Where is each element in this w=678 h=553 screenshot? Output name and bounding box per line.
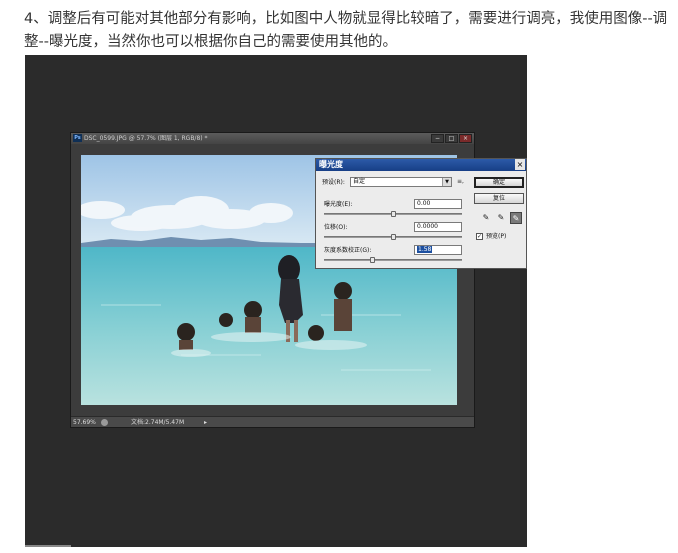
minimize-button[interactable]: − [431,134,444,143]
document-size-info: 文档:2.74M/5.47M [131,419,185,426]
gamma-slider-thumb[interactable] [370,257,376,263]
maximize-button[interactable]: □ [445,134,458,143]
offset-input[interactable]: 0.0000 [414,222,462,232]
gamma-input[interactable]: 1.58 [414,245,462,255]
exposure-slider[interactable] [324,211,462,217]
eyedropper-gray-icon[interactable]: ✎ [495,212,507,224]
document-status-bar: 57.69% 文档:2.74M/5.47M ▸ [71,416,474,427]
eyedropper-white-icon[interactable]: ✎ [510,212,522,224]
preset-select[interactable]: 自定 ▼ [350,177,452,187]
exposure-label: 曝光度(E): [324,201,353,208]
offset-label: 位移(O): [324,224,348,231]
photoshop-app-icon: Ps [73,134,82,142]
dialog-title: 曝光度 [319,160,343,169]
document-title: DSC_0599.JPG @ 57.7% (图层 1, RGB/8) * [84,135,208,142]
workspace-edge-mark [25,545,71,547]
preset-options-icon[interactable]: ≡, [457,177,464,187]
status-expand-arrow-icon[interactable]: ▸ [204,417,207,428]
preset-value: 自定 [353,178,366,185]
exposure-slider-thumb[interactable] [391,211,396,217]
preview-label: 预览(P) [486,233,507,240]
exposure-input[interactable]: 0.00 [414,199,462,209]
ok-button[interactable]: 确定 [474,177,524,188]
article-paragraph: 4、调整后有可能对其他部分有影响，比如图中人物就显得比较暗了，需要进行调亮，我使… [24,11,668,50]
exposure-dialog[interactable]: 曝光度 × 预设(R): 自定 ▼ ≡, 曝光度(E): 0.00 位移(O):… [315,158,527,269]
dialog-titlebar[interactable]: 曝光度 × [316,159,526,171]
reset-button[interactable]: 复位 [474,193,524,204]
offset-slider[interactable] [324,234,462,240]
window-controls: − □ × [431,134,472,143]
photoshop-workspace: Ps DSC_0599.JPG @ 57.7% (图层 1, RGB/8) * … [25,55,527,547]
zoom-level[interactable]: 57.69% [73,417,96,428]
preset-label: 预设(R): [322,179,345,186]
eyedropper-black-icon[interactable]: ✎ [480,212,492,224]
offset-slider-thumb[interactable] [391,234,396,240]
gamma-label: 灰度系数校正(G): [324,247,372,254]
preview-checkbox[interactable]: ✓ [476,233,483,240]
document-titlebar[interactable]: Ps DSC_0599.JPG @ 57.7% (图层 1, RGB/8) * … [71,133,474,144]
eyedropper-group: ✎ ✎ ✎ [480,212,522,224]
gamma-slider[interactable] [324,257,462,263]
status-menu-icon[interactable] [101,419,108,426]
chevron-down-icon[interactable]: ▼ [442,178,451,186]
close-window-button[interactable]: × [459,134,472,143]
dialog-close-button[interactable]: × [515,159,525,170]
